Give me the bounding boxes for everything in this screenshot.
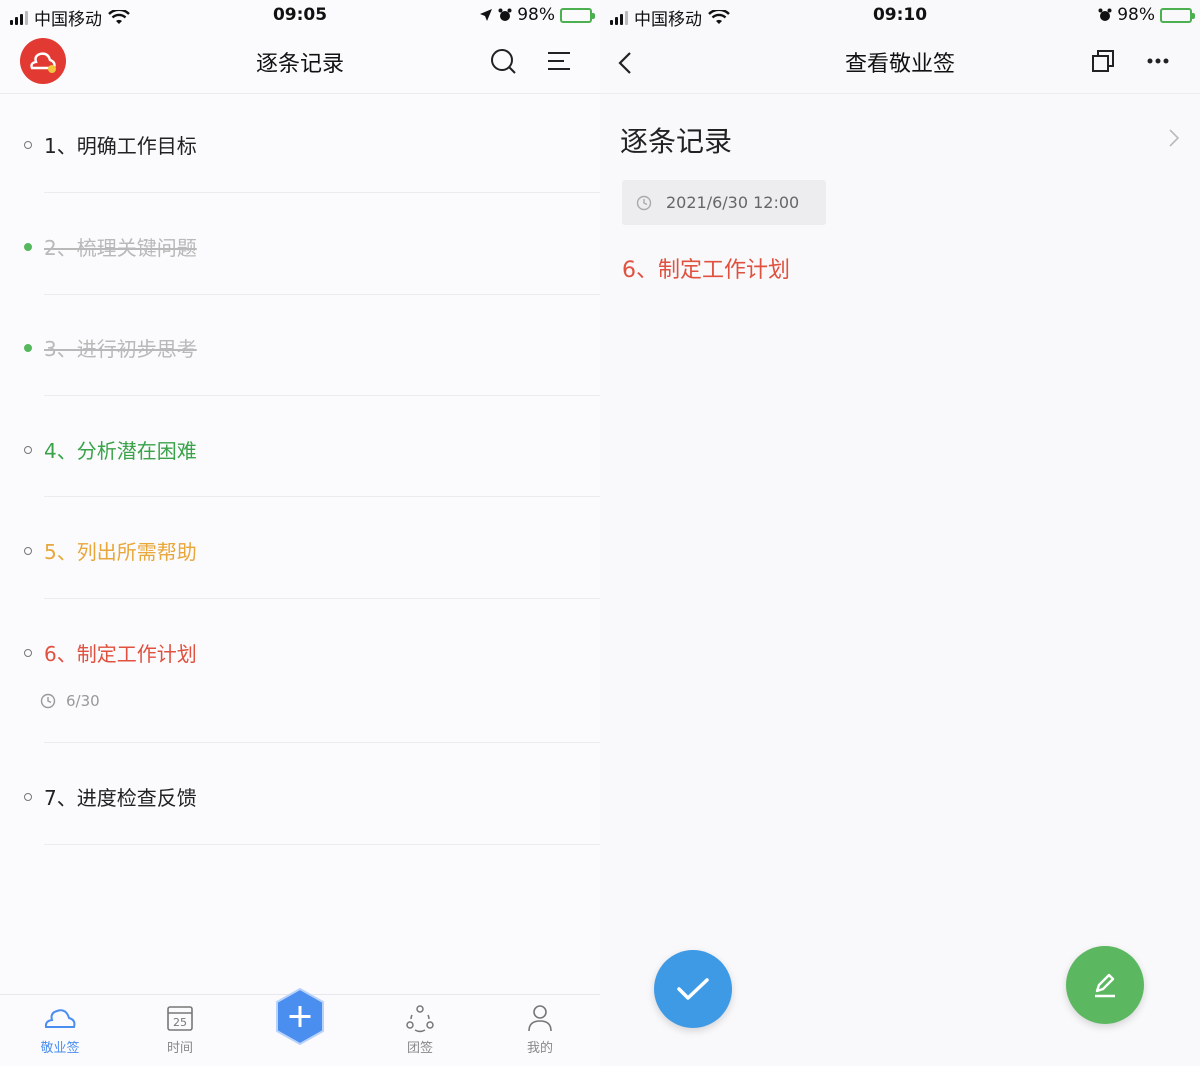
task-bullet-icon[interactable] [24,141,32,149]
clock-icon [636,195,652,210]
top-nav: 查看敬业签 [600,32,1200,94]
cloud-icon [44,1009,76,1028]
top-nav: 逐条记录 [0,32,600,94]
divider [44,395,600,396]
status-bar: 中国移动 09:10 98% [600,0,1200,32]
tab-jingyeqian[interactable]: 敬业签 [20,1003,100,1056]
task-label: 5、列出所需帮助 [44,540,197,564]
task-label: 6、制定工作计划 [44,642,197,666]
tab-me[interactable]: 我的 [500,1003,580,1056]
chevron-right-icon[interactable] [1168,128,1180,148]
copy-icon[interactable] [1088,46,1118,76]
reminder-date: 2021/6/30 12:00 [666,193,800,212]
right-screen: 中国移动 09:10 98% 查看敬业签 逐条记录 2021/6/30 12:0… [600,0,1200,1066]
tab-bar: 敬业签 25 时间 团签 我的 [0,987,600,1066]
battery-percent: 98% [1117,5,1155,25]
divider [44,598,600,599]
tab-label: 时间 [166,1041,193,1056]
task-due-date: 6/30 [40,692,100,710]
battery-percent: 98% [517,5,555,25]
divider [44,844,600,845]
team-icon [406,1005,434,1033]
more-icon[interactable] [1143,46,1173,76]
search-icon[interactable] [488,46,518,76]
task-bullet-icon[interactable] [24,793,32,801]
edit-button[interactable] [1066,946,1144,1024]
task-label: 4、分析潜在困难 [44,439,197,463]
tab-team[interactable]: 团签 [380,1003,460,1056]
status-bar: 中国移动 09:05 98% [0,0,600,32]
left-screen: 中国移动 09:05 98% 逐条记录 1、明确工作目标 2、梳理关键问题 3、… [0,0,600,1066]
task-bullet-icon[interactable] [24,446,32,454]
tab-label: 我的 [526,1041,553,1056]
task-bullet-icon[interactable] [24,649,32,657]
reminder-date-chip[interactable]: 2021/6/30 12:00 [622,180,826,225]
user-icon [528,1005,552,1032]
check-icon [677,978,709,1000]
divider [44,192,600,193]
clock-icon [40,693,56,709]
pencil-icon [1095,973,1115,998]
task-done-icon[interactable] [24,344,32,352]
status-right: 98% [1098,5,1195,25]
calendar-icon: 25 [167,1006,193,1031]
alarm-icon [498,8,512,21]
menu-icon[interactable] [544,46,574,76]
task-label: 7、进度检查反馈 [44,786,197,810]
task-label: 3、进行初步思考 [44,337,197,361]
battery-icon [1160,7,1195,23]
section-title: 逐条记录 [620,125,733,158]
complete-button[interactable] [654,950,732,1028]
task-content: 6、制定工作计划 [622,258,790,283]
calendar-day: 25 [173,1016,187,1029]
divider [44,294,600,295]
tab-label: 团签 [406,1041,433,1056]
due-date-text: 6/30 [66,692,100,710]
task-label: 1、明确工作目标 [44,134,197,158]
status-right: 98% [479,5,595,25]
tab-time[interactable]: 25 时间 [140,1003,220,1056]
divider [44,496,600,497]
add-button[interactable] [274,987,326,1047]
location-icon [480,9,493,21]
tab-label: 敬业签 [40,1041,80,1056]
alarm-icon [1098,8,1112,21]
task-bullet-icon[interactable] [24,547,32,555]
task-done-icon[interactable] [24,243,32,251]
task-label: 2、梳理关键问题 [44,236,197,260]
divider [44,742,600,743]
battery-icon [560,7,595,23]
